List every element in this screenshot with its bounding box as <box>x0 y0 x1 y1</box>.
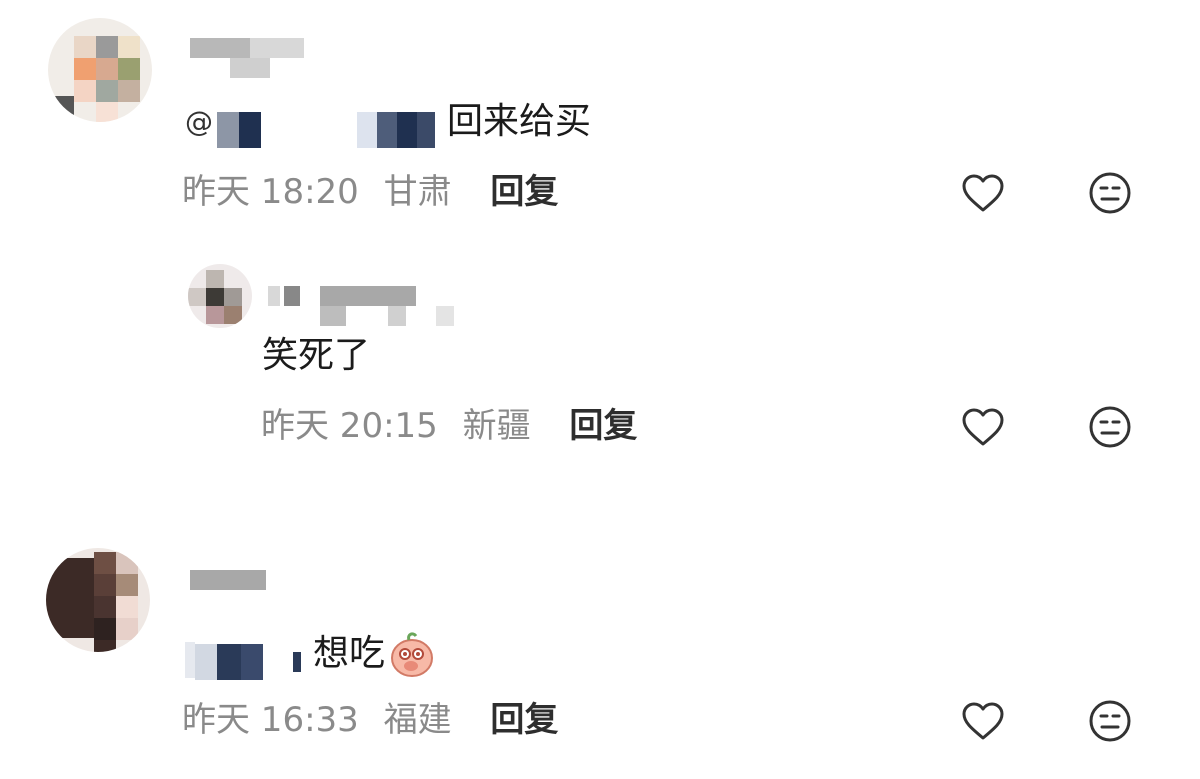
mention-blur <box>217 112 239 148</box>
comment-location: 新疆 <box>462 406 531 446</box>
avatar[interactable] <box>48 18 152 122</box>
comment-text: 想吃 <box>185 630 435 680</box>
comment-meta: 昨天 20:15 新疆 回复 <box>261 406 637 446</box>
like-button[interactable] <box>961 699 1005 743</box>
mention-blur <box>185 642 195 678</box>
comment-meta: 昨天 16:33 福建 回复 <box>182 700 558 740</box>
neutral-face-icon <box>1089 406 1131 448</box>
heart-outline-icon <box>962 702 1004 740</box>
comment-text: 笑死了 <box>262 336 370 376</box>
comment-text-content: 回来给买 <box>447 101 592 142</box>
heart-outline-icon <box>962 408 1004 446</box>
comment-item-1: @ 回来给买 昨天 18:20 甘肃 回复 <box>0 0 1200 230</box>
like-button[interactable] <box>961 405 1005 449</box>
heart-outline-icon <box>962 174 1004 212</box>
avatar[interactable] <box>46 548 150 652</box>
comment-item-3: 想吃 昨天 16:33 福建 回复 <box>0 540 1200 779</box>
comment-location: 福建 <box>383 700 452 740</box>
neutral-face-icon <box>1089 700 1131 742</box>
comment-time: 昨天 18:20 <box>182 172 359 212</box>
dislike-button[interactable] <box>1088 171 1132 215</box>
mention-prefix: @ <box>185 105 213 138</box>
comment-location: 甘肃 <box>383 172 452 212</box>
reply-button[interactable]: 回复 <box>490 700 558 740</box>
comment-time: 昨天 20:15 <box>261 406 438 446</box>
comment-text-content: 想吃 <box>313 633 386 674</box>
neutral-face-icon <box>1089 172 1131 214</box>
dislike-button[interactable] <box>1088 405 1132 449</box>
mention-link[interactable]: @ <box>185 102 435 148</box>
peach-face-emoji <box>391 632 434 677</box>
dislike-button[interactable] <box>1088 699 1132 743</box>
mention-link[interactable] <box>185 634 301 680</box>
reply-button[interactable]: 回复 <box>569 406 637 446</box>
comment-time: 昨天 16:33 <box>182 700 359 740</box>
comment-text: @ 回来给买 <box>185 101 592 148</box>
comment-meta: 昨天 18:20 甘肃 回复 <box>182 172 558 212</box>
reply-button[interactable]: 回复 <box>490 172 558 212</box>
comment-item-2: 笑死了 昨天 20:15 新疆 回复 <box>0 260 1200 480</box>
avatar[interactable] <box>188 264 252 328</box>
like-button[interactable] <box>961 171 1005 215</box>
comment-text-content: 笑死了 <box>262 335 371 376</box>
